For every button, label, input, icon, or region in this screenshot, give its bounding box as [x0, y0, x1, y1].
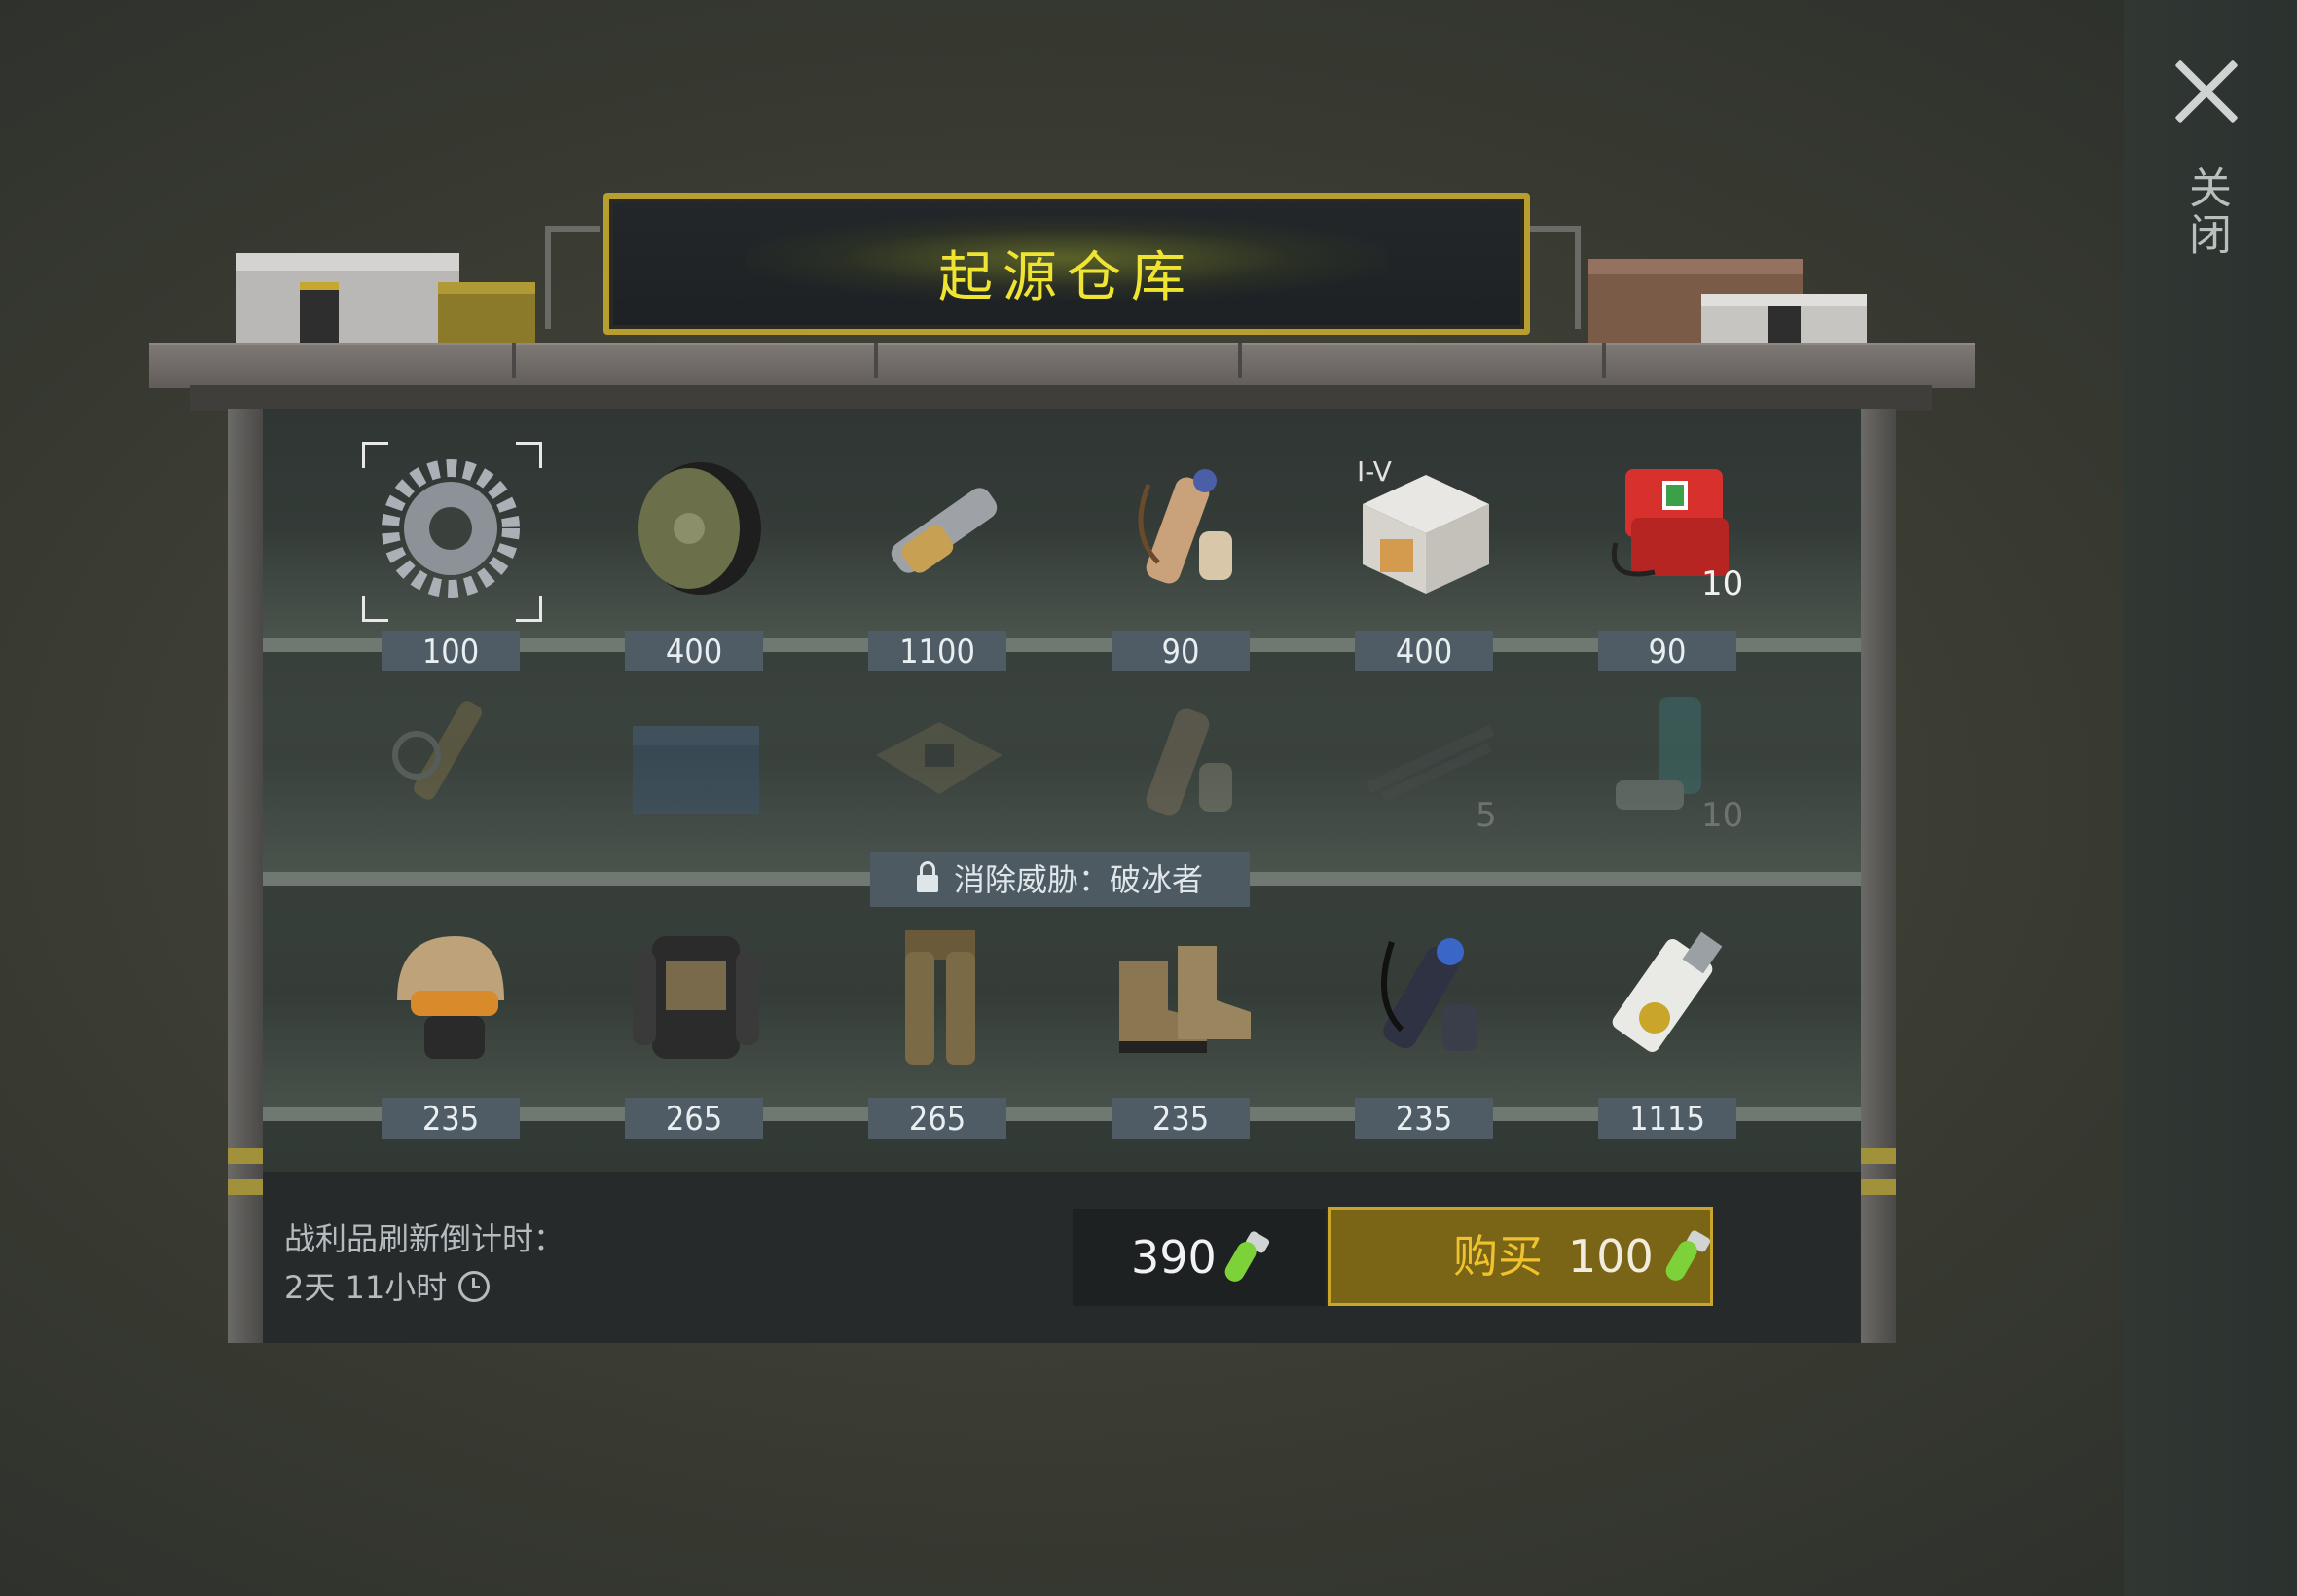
shop-item-spring-mechanism[interactable] [866, 455, 1012, 601]
shop-item-wheel[interactable] [623, 455, 769, 601]
keycard-icon [1612, 931, 1723, 1052]
locked-item-battery [623, 687, 769, 833]
scope-bundle-icon [1381, 938, 1477, 1051]
item-price: 1100 [868, 631, 1006, 671]
buy-button[interactable]: 购买 100 [1328, 1207, 1713, 1306]
lock-requirement: 消除威胁：破冰者 [953, 861, 1203, 898]
item-quantity: 10 [1701, 796, 1744, 835]
vial-icon [1224, 1231, 1270, 1282]
currency-balance: 390 [1073, 1209, 1326, 1306]
gear-icon [382, 459, 520, 598]
wheel-icon [638, 462, 761, 595]
lock-banner: 消除威胁：破冰者 [870, 852, 1250, 907]
locked-item-hydraulic-parts [378, 687, 524, 833]
shop-item-keycard[interactable] [1596, 923, 1742, 1069]
item-price: 90 [1112, 631, 1250, 671]
armor-pants-icon [905, 930, 975, 1065]
item-price: 235 [1355, 1098, 1493, 1139]
cabinet-post-left [228, 409, 263, 1343]
locked-item-circuit-board [866, 687, 1012, 833]
shop-item-helmet[interactable] [378, 923, 524, 1069]
shop-item-scope-bundle[interactable] [1353, 923, 1499, 1069]
shop-item-gear[interactable] [378, 455, 524, 601]
circuit-board-icon [876, 722, 1003, 794]
helmet-icon [397, 936, 504, 1059]
shop-item-bundle[interactable] [1110, 455, 1256, 601]
page-title: 起源仓库 [938, 246, 1195, 309]
wooden-crates-icon [1588, 259, 1867, 345]
hydraulic-parts-icon [392, 701, 482, 800]
title-plate: 起源仓库 [603, 193, 1530, 335]
battery-icon [633, 726, 759, 814]
buy-price: 100 [1568, 1230, 1654, 1283]
item-price: 235 [382, 1098, 520, 1139]
refresh-timer-label: 战利品刷新倒计时： [284, 1220, 565, 1257]
clock-icon [458, 1271, 491, 1302]
item-price: 265 [868, 1098, 1006, 1139]
roof-joint [512, 343, 516, 378]
buy-label: 购买 [1453, 1230, 1543, 1283]
refresh-timer: 2天 11小时 [284, 1263, 491, 1308]
refresh-timer-value: 2天 11小时 [284, 1269, 448, 1306]
shop-item-boots[interactable] [1110, 923, 1256, 1069]
metal-crates-icon [236, 253, 535, 343]
item-price: 235 [1112, 1098, 1250, 1139]
lock-icon [916, 861, 938, 892]
armor-vest-icon [633, 936, 759, 1059]
shop-item-armor-vest[interactable] [623, 923, 769, 1069]
bundle-icon [1138, 469, 1232, 584]
bundle-icon [1146, 708, 1232, 816]
item-price: 90 [1598, 631, 1736, 671]
item-price: 1115 [1598, 1098, 1736, 1139]
item-price: 400 [625, 631, 763, 671]
balance-amount: 390 [1131, 1231, 1217, 1284]
close-icon[interactable] [2170, 54, 2244, 128]
item-price: 265 [625, 1098, 763, 1139]
roof-joint [874, 343, 878, 378]
boots-icon [1119, 946, 1251, 1053]
shelf-roof [149, 343, 1975, 388]
roof-joint [1602, 343, 1606, 378]
sign-bracket-right [1526, 226, 1581, 329]
roof-joint [1238, 343, 1242, 378]
item-tier: I-V [1357, 455, 1392, 488]
item-quantity: 5 [1476, 796, 1497, 835]
roof-underside [190, 385, 1932, 411]
vial-icon [1665, 1230, 1711, 1281]
sign-bracket-left [545, 226, 600, 329]
item-price: 100 [382, 631, 520, 671]
shop-item-armor-pants[interactable] [866, 923, 1012, 1069]
close-label[interactable]: 关闭 [2178, 165, 2237, 259]
item-quantity: 10 [1701, 564, 1744, 603]
spring-mechanism-icon [891, 488, 998, 573]
item-price: 400 [1355, 631, 1493, 671]
cabinet-post-right [1861, 409, 1896, 1343]
locked-item-bundle [1110, 687, 1256, 833]
sidebar: 关闭 [2124, 0, 2297, 1596]
